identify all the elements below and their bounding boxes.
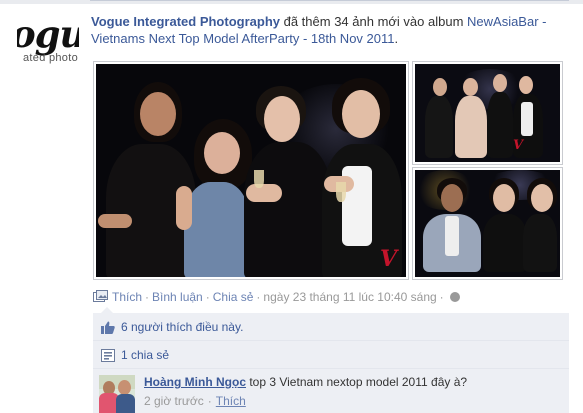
timestamp[interactable]: ngày 23 tháng 11 lúc 10:40 sáng <box>263 290 436 304</box>
separator: · <box>256 290 261 304</box>
commenter-avatar[interactable] <box>99 375 135 413</box>
photo-image: V <box>415 64 560 162</box>
photo-album-icon <box>93 290 108 308</box>
photo-thumb-2[interactable] <box>412 167 563 280</box>
comment: Hoàng Minh Ngọc top 3 Vietnam nextop mod… <box>93 369 569 413</box>
photo-image <box>415 170 560 277</box>
share-link[interactable]: Chia sẻ <box>213 290 254 304</box>
comment-link[interactable]: Bình luận <box>152 290 203 304</box>
comment-text: top 3 Vietnam nextop model 2011 đây à? <box>246 375 468 389</box>
comment-body: Hoàng Minh Ngọc top 3 Vietnam nextop mod… <box>144 374 467 410</box>
comment-author-link[interactable]: Hoàng Minh Ngọc <box>144 375 246 389</box>
story-end: . <box>394 31 399 46</box>
separator: · <box>205 290 210 304</box>
photo-thumb-1[interactable]: V <box>412 61 563 165</box>
comment-time[interactable]: 2 giờ trước <box>144 394 204 408</box>
comment-like-link[interactable]: Thích <box>216 394 246 408</box>
photo-large[interactable]: V <box>93 61 409 280</box>
story-action-bar: Thích · Bình luận · Chia sẻ · ngày 23 tháng 11… <box>93 289 460 305</box>
story-action-text: đã thêm 34 ảnh mới vào album <box>280 14 468 29</box>
photo-watermark: V <box>513 138 524 153</box>
logo-text-small: ated photo <box>23 52 78 64</box>
comment-row <box>93 313 569 373</box>
globe-icon <box>449 292 460 302</box>
separator: · <box>439 290 444 304</box>
separator: · <box>207 394 212 408</box>
comment-meta: 2 giờ trước · Thích <box>144 393 467 410</box>
story-headline: Vogue Integrated Photography đã thêm 34 … <box>91 13 561 47</box>
logo-text-large: ogu <box>17 14 79 56</box>
page-avatar-logo[interactable]: ogu ated photo <box>17 14 79 70</box>
photo-image: V <box>96 64 406 277</box>
story-actor-link[interactable]: Vogue Integrated Photography <box>91 14 280 29</box>
separator: · <box>145 290 150 304</box>
feed-top-border <box>0 0 583 4</box>
photo-watermark: V <box>380 246 398 272</box>
like-link[interactable]: Thích <box>112 290 142 304</box>
feedback-box: 6 người thích điều này. 1 chia sẻ <box>93 307 569 369</box>
